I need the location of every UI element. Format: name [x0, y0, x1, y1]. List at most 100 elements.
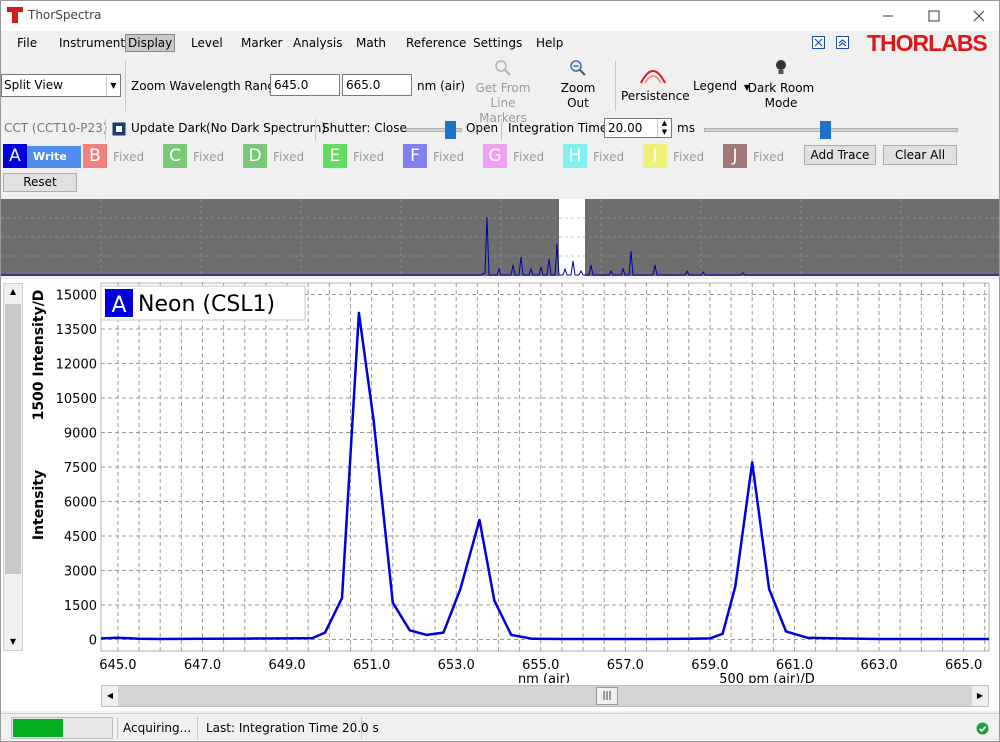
- trace-mode: Fixed: [273, 150, 305, 164]
- overview-spectrum-line: [1, 216, 999, 276]
- y-tick-label: 6000: [64, 496, 97, 511]
- menu-file[interactable]: File: [15, 34, 39, 52]
- menu-display[interactable]: Display: [125, 34, 176, 52]
- device-control-row: CCT (CCT10-P23) Update Dark (No Dark Spe…: [1, 117, 999, 143]
- trace-mode: Fixed: [593, 150, 625, 164]
- menu-reference[interactable]: Reference: [404, 34, 468, 52]
- shutter-slider[interactable]: [406, 121, 462, 139]
- x-axis-label: nm (air): [518, 672, 570, 683]
- close-button[interactable]: [956, 1, 1000, 31]
- shutter-label: Shutter: Close: [322, 121, 407, 135]
- status-ok-icon: [976, 722, 989, 735]
- menu-marker[interactable]: Marker: [239, 34, 284, 52]
- row-divider: [105, 119, 106, 141]
- spin-arrows-icon[interactable]: ▲ ▼: [657, 119, 671, 137]
- integration-slider-handle[interactable]: [820, 121, 831, 139]
- acquisition-progress-bar: [11, 717, 113, 739]
- trace-letter: J: [723, 144, 747, 168]
- fit-window-icon[interactable]: [812, 36, 825, 49]
- minimize-button[interactable]: [865, 1, 911, 31]
- light-bulb-icon: [776, 60, 786, 74]
- trace-f[interactable]: F Fixed: [403, 144, 473, 168]
- spectrum-chart[interactable]: 1500013500120001050090007500600045003000…: [1, 279, 999, 687]
- horizontal-scrollbar[interactable]: ◀ ||| ▶: [101, 685, 989, 707]
- trace-mode: Fixed: [353, 150, 385, 164]
- legend-dropdown[interactable]: Legend ▼: [693, 79, 750, 93]
- trace-letter: C: [163, 144, 187, 168]
- x-tick-label: 651.0: [353, 658, 390, 673]
- overview-plot: [1, 199, 999, 276]
- trace-d[interactable]: D Fixed: [243, 144, 313, 168]
- reset-button[interactable]: Reset: [3, 173, 77, 192]
- trace-a[interactable]: A Write: [3, 144, 81, 168]
- integration-time-input[interactable]: 20.00 ▲ ▼: [604, 118, 672, 138]
- app-window: ThorSpectra File Instrument Display Leve…: [0, 0, 1000, 742]
- trace-letter: E: [323, 144, 347, 168]
- integration-unit: ms: [677, 121, 695, 135]
- dark-room-label-1: Dark Room: [747, 81, 815, 95]
- spectrum-chart-area: ▲ ▼ ◀ ||| ▶ 15000 13500 12000 10500 9000 7500…: [1, 279, 999, 711]
- toolbar-divider: [125, 61, 126, 111]
- trace-mode: Fixed: [193, 150, 225, 164]
- trace-mode: Write: [27, 146, 81, 168]
- acquiring-status: Acquiring...: [123, 721, 192, 735]
- zoom-unit-label: nm (air): [417, 79, 466, 93]
- view-mode-select[interactable]: Split View ▼: [1, 74, 121, 97]
- menu-analysis[interactable]: Analysis: [291, 34, 344, 52]
- menu-instrument[interactable]: Instrument: [57, 34, 127, 52]
- dark-status: (No Dark Spectrum): [206, 121, 326, 135]
- trace-g[interactable]: G Fixed: [483, 144, 553, 168]
- title-bar: ThorSpectra: [1, 1, 999, 31]
- vertical-scrollbar[interactable]: ▲ ▼: [3, 283, 23, 651]
- get-from-line-markers-button[interactable]: Get From Line Markers: [465, 59, 541, 126]
- x-tick-label: 665.0: [945, 658, 982, 673]
- trace-e[interactable]: E Fixed: [323, 144, 393, 168]
- vertical-scroll-thumb[interactable]: [5, 304, 21, 574]
- scroll-left-icon[interactable]: ◀: [102, 686, 118, 706]
- zoom-from-input[interactable]: 645.0: [270, 74, 340, 96]
- menu-math[interactable]: Math: [354, 34, 388, 52]
- trace-selector-row: A Write B Fixed C Fixed D Fixed E Fixed …: [1, 143, 999, 173]
- chart-grid: [100, 282, 990, 652]
- scroll-up-icon[interactable]: ▲: [4, 284, 22, 300]
- collapse-toolbar-icon[interactable]: [836, 36, 849, 49]
- trace-c[interactable]: C Fixed: [163, 144, 233, 168]
- trace-b[interactable]: B Fixed: [83, 144, 153, 168]
- last-action-status: Last: Integration Time 20.0 s: [206, 721, 379, 735]
- maximize-button[interactable]: [911, 1, 957, 31]
- menu-settings[interactable]: Settings: [471, 34, 524, 52]
- dark-room-label-2: Mode: [764, 96, 798, 110]
- y-tick-label: 0: [89, 634, 97, 649]
- horizontal-scroll-thumb[interactable]: |||: [596, 687, 618, 705]
- y-axis-division-label: 1500 Intensity/D: [31, 290, 47, 421]
- clear-all-button[interactable]: Clear All: [883, 145, 957, 165]
- y-axis-ticks: 1500013500120001050090007500600045003000…: [56, 289, 97, 649]
- zoom-out-label-1: Zoom: [560, 81, 596, 95]
- integration-time-label: Integration Time:: [508, 121, 612, 135]
- overview-grid: [1, 199, 999, 276]
- trace-letter: H: [563, 144, 587, 168]
- zoom-out-button[interactable]: Zoom Out: [554, 59, 602, 111]
- update-dark-button[interactable]: Update Dark: [131, 121, 207, 135]
- persistence-button[interactable]: Persistence: [621, 65, 690, 104]
- trace-h[interactable]: H Fixed: [563, 144, 633, 168]
- menu-level[interactable]: Level: [189, 34, 225, 52]
- zoom-to-input[interactable]: 665.0: [342, 74, 412, 96]
- scroll-right-icon[interactable]: ▶: [972, 686, 988, 706]
- integration-time-slider[interactable]: [704, 121, 958, 139]
- dark-room-mode-button[interactable]: Dark Room Mode: [747, 59, 815, 111]
- overview-spectrum[interactable]: [1, 199, 999, 276]
- series-line-neon: [100, 311, 989, 641]
- thorlabs-brand: THORLABS: [867, 30, 988, 56]
- chart-legend: A Neon (CSL1): [100, 285, 306, 321]
- menu-help[interactable]: Help: [534, 34, 565, 52]
- y-tick-label: 15000: [56, 289, 97, 304]
- trace-letter: B: [83, 144, 107, 168]
- trace-j[interactable]: J Fixed: [723, 144, 793, 168]
- add-trace-button[interactable]: Add Trace: [804, 145, 876, 165]
- y-axis-label: Intensity: [31, 470, 47, 540]
- shutter-slider-handle[interactable]: [445, 121, 456, 139]
- y-tick-label: 7500: [64, 461, 97, 476]
- scroll-down-icon[interactable]: ▼: [4, 634, 22, 650]
- trace-i[interactable]: I Fixed: [643, 144, 713, 168]
